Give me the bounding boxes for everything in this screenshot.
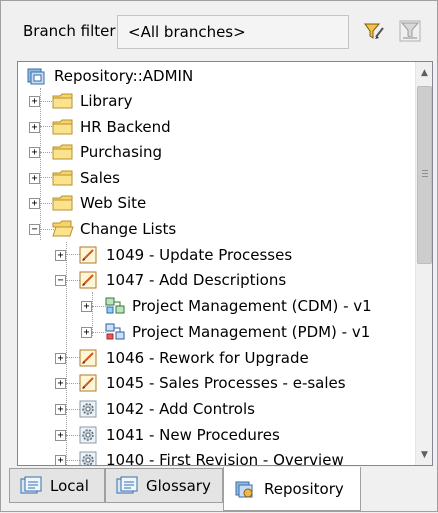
change-list-icon [79, 374, 97, 392]
branch-filter-dropdown[interactable]: <All branches> [117, 15, 349, 49]
folder-icon [52, 119, 73, 135]
change-list-icon [79, 349, 97, 367]
tree-item-label: 1040 - First Revision - Overview [106, 451, 344, 466]
clear-filter-button[interactable] [395, 15, 425, 47]
tree-item-label: Sales [80, 169, 120, 187]
tree-item-label: 1045 - Sales Processes - e-sales [106, 374, 346, 392]
expand-button[interactable]: + [81, 301, 92, 312]
tree-item-hr-backend[interactable]: + HR Backend [18, 115, 408, 141]
gear-icon [79, 426, 97, 444]
tree-item-cdm-model[interactable]: + Project Management (CDM) - v1 [18, 294, 408, 320]
tab-repository[interactable]: Repository [223, 467, 361, 511]
gear-icon [79, 451, 97, 465]
repository-icon [27, 68, 45, 85]
tree-item-label: 1042 - Add Controls [106, 400, 255, 418]
arrow-down-icon: ▼ [421, 449, 428, 460]
grip-line [422, 176, 428, 177]
filter-button[interactable] [359, 15, 389, 47]
folder-icon [52, 195, 73, 211]
tree-item-label: Library [80, 92, 133, 110]
expand-button[interactable]: + [55, 455, 66, 465]
grip-line [422, 173, 428, 174]
tree-item-label: Purchasing [80, 143, 163, 161]
tree-item-label: Repository::ADMIN [54, 67, 194, 85]
expand-button[interactable]: + [29, 96, 40, 107]
tree-item-web-site[interactable]: + Web Site [18, 191, 408, 217]
tree-item-changelist-1047[interactable]: − 1047 - Add Descriptions [18, 268, 408, 294]
expand-button[interactable]: + [29, 198, 40, 209]
expand-button[interactable]: + [55, 353, 66, 364]
filter-funnel-icon [364, 23, 384, 39]
tree-item-pdm-model[interactable]: + Project Management (PDM) - v1 [18, 320, 408, 346]
repository-tab-icon [235, 481, 253, 497]
gear-icon [79, 400, 97, 418]
expand-button[interactable]: + [29, 122, 40, 133]
tree-item-changelist-1042[interactable]: + 1042 - Add Controls [18, 397, 408, 423]
change-list-icon [79, 246, 97, 264]
expand-button[interactable]: + [55, 250, 66, 261]
scroll-up-button[interactable]: ▲ [416, 64, 432, 81]
local-tab-icon [20, 476, 42, 493]
tree-item-label: HR Backend [80, 118, 171, 136]
scroll-thumb[interactable] [417, 86, 432, 264]
repository-tree: Repository::ADMIN + Library + HR Backend… [17, 61, 433, 466]
expand-button[interactable]: + [81, 327, 92, 338]
tree-item-label: 1049 - Update Processes [106, 246, 293, 264]
tree-item-changelist-1040[interactable]: + 1040 - First Revision - Overview [18, 448, 408, 466]
collapse-button[interactable]: − [29, 224, 40, 235]
vertical-scrollbar[interactable]: ▲ ▼ [415, 62, 432, 465]
expand-button[interactable]: + [55, 430, 66, 441]
tree-item-changelist-1046[interactable]: + 1046 - Rework for Upgrade [18, 346, 408, 372]
glossary-tab-icon [116, 476, 138, 493]
tree-item-label: 1046 - Rework for Upgrade [106, 349, 309, 367]
tab-local[interactable]: Local [9, 468, 105, 503]
tree-item-sales[interactable]: + Sales [18, 166, 408, 192]
tab-label: Glossary [146, 476, 211, 495]
cdm-model-icon [105, 297, 125, 314]
scroll-down-button[interactable]: ▼ [416, 446, 432, 463]
tab-label: Repository [264, 479, 344, 498]
tree-item-repository-root[interactable]: Repository::ADMIN [18, 64, 408, 90]
tree-item-label: Project Management (PDM) - v1 [132, 323, 371, 341]
arrow-up-icon: ▲ [421, 67, 428, 78]
tree-item-purchasing[interactable]: + Purchasing [18, 140, 408, 166]
grip-line [422, 170, 428, 171]
pdm-model-icon [105, 323, 125, 340]
tree-item-library[interactable]: + Library [18, 89, 408, 115]
expand-button[interactable]: + [55, 378, 66, 389]
expand-button[interactable]: + [29, 147, 40, 158]
tree-item-changelist-1049[interactable]: + 1049 - Update Processes [18, 243, 408, 269]
expand-button[interactable]: + [55, 404, 66, 415]
browser-panel: Branch filter: <All branches> Repository… [0, 0, 438, 512]
tree-item-label: Web Site [80, 194, 147, 212]
change-list-icon [79, 271, 97, 289]
expand-button[interactable]: + [29, 173, 40, 184]
tree-item-changelist-1045[interactable]: + 1045 - Sales Processes - e-sales [18, 371, 408, 397]
folder-icon [52, 170, 73, 186]
tree-item-label: 1047 - Add Descriptions [106, 271, 287, 289]
tab-label: Local [50, 476, 89, 495]
folder-icon [52, 93, 73, 109]
clear-filter-icon [399, 20, 421, 42]
tree-item-changelist-1041[interactable]: + 1041 - New Procedures [18, 423, 408, 449]
branch-filter-bar: Branch filter: <All branches> [1, 1, 438, 63]
branch-filter-value: <All branches> [128, 23, 246, 41]
folder-icon [52, 144, 73, 160]
open-folder-icon [52, 220, 74, 237]
browser-tabs: Local Glossary Repository [1, 466, 438, 513]
tab-glossary[interactable]: Glossary [105, 468, 223, 503]
branch-filter-label: Branch filter: [23, 22, 121, 40]
tree-item-label: Project Management (CDM) - v1 [132, 297, 372, 315]
tree-item-label: Change Lists [80, 220, 177, 238]
tree-item-label: 1041 - New Procedures [106, 426, 280, 444]
tree-item-change-lists[interactable]: − Change Lists [18, 217, 408, 243]
collapse-button[interactable]: − [55, 275, 66, 286]
